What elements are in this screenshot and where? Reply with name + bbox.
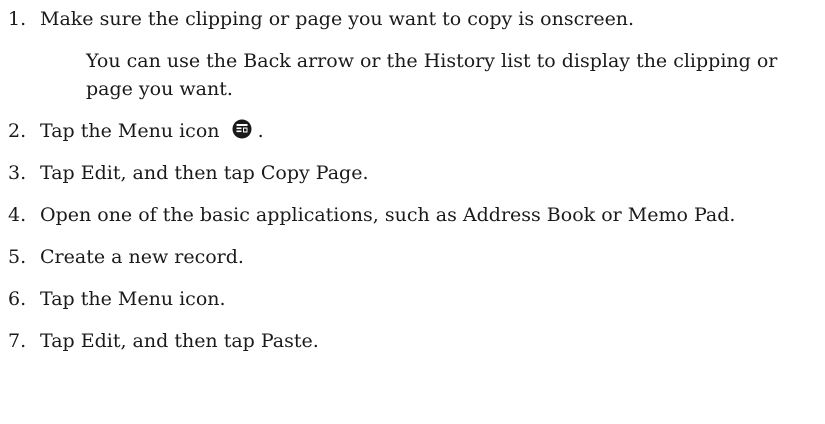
step-number: 7. (8, 330, 27, 352)
step-number: 4. (8, 204, 27, 226)
step-body: Make sure the clipping or page you want … (40, 5, 815, 103)
step-text: Tap the Menu icon. (40, 288, 226, 310)
step-text: Make sure the clipping or page you want … (40, 8, 635, 30)
step-item-1: 1. Make sure the clipping or page you wa… (8, 5, 815, 103)
step-item-4: 4. Open one of the basic applications, s… (8, 201, 815, 229)
menu-icon (232, 119, 252, 139)
step-body: Tap the Menu icon . (40, 117, 815, 145)
step-number: 5. (8, 246, 27, 268)
step-number: 2. (8, 120, 27, 142)
step-text: Tap Edit, and then tap Paste. (40, 330, 319, 352)
step-number: 3. (8, 162, 27, 184)
step-item-6: 6. Tap the Menu icon. (8, 285, 815, 313)
step-item-5: 5. Create a new record. (8, 243, 815, 271)
step-text: Tap the Menu icon (40, 120, 220, 142)
document-page: 1. Make sure the clipping or page you wa… (0, 0, 825, 424)
step-item-3: 3. Tap Edit, and then tap Copy Page. (8, 159, 815, 187)
step-number: 6. (8, 288, 27, 310)
step-subtext: You can use the Back arrow or the Histor… (86, 50, 778, 100)
step-item-2: 2. Tap the Menu icon . (8, 117, 815, 145)
step-text: Tap Edit, and then tap Copy Page. (40, 162, 369, 184)
step-number: 1. (8, 8, 27, 30)
step-text: Open one of the basic applications, such… (40, 204, 736, 226)
step-item-7: 7. Tap Edit, and then tap Paste. (8, 327, 815, 355)
step-text: Create a new record. (40, 246, 244, 268)
step-list: 1. Make sure the clipping or page you wa… (8, 5, 815, 355)
step-text-suffix: . (257, 120, 264, 142)
